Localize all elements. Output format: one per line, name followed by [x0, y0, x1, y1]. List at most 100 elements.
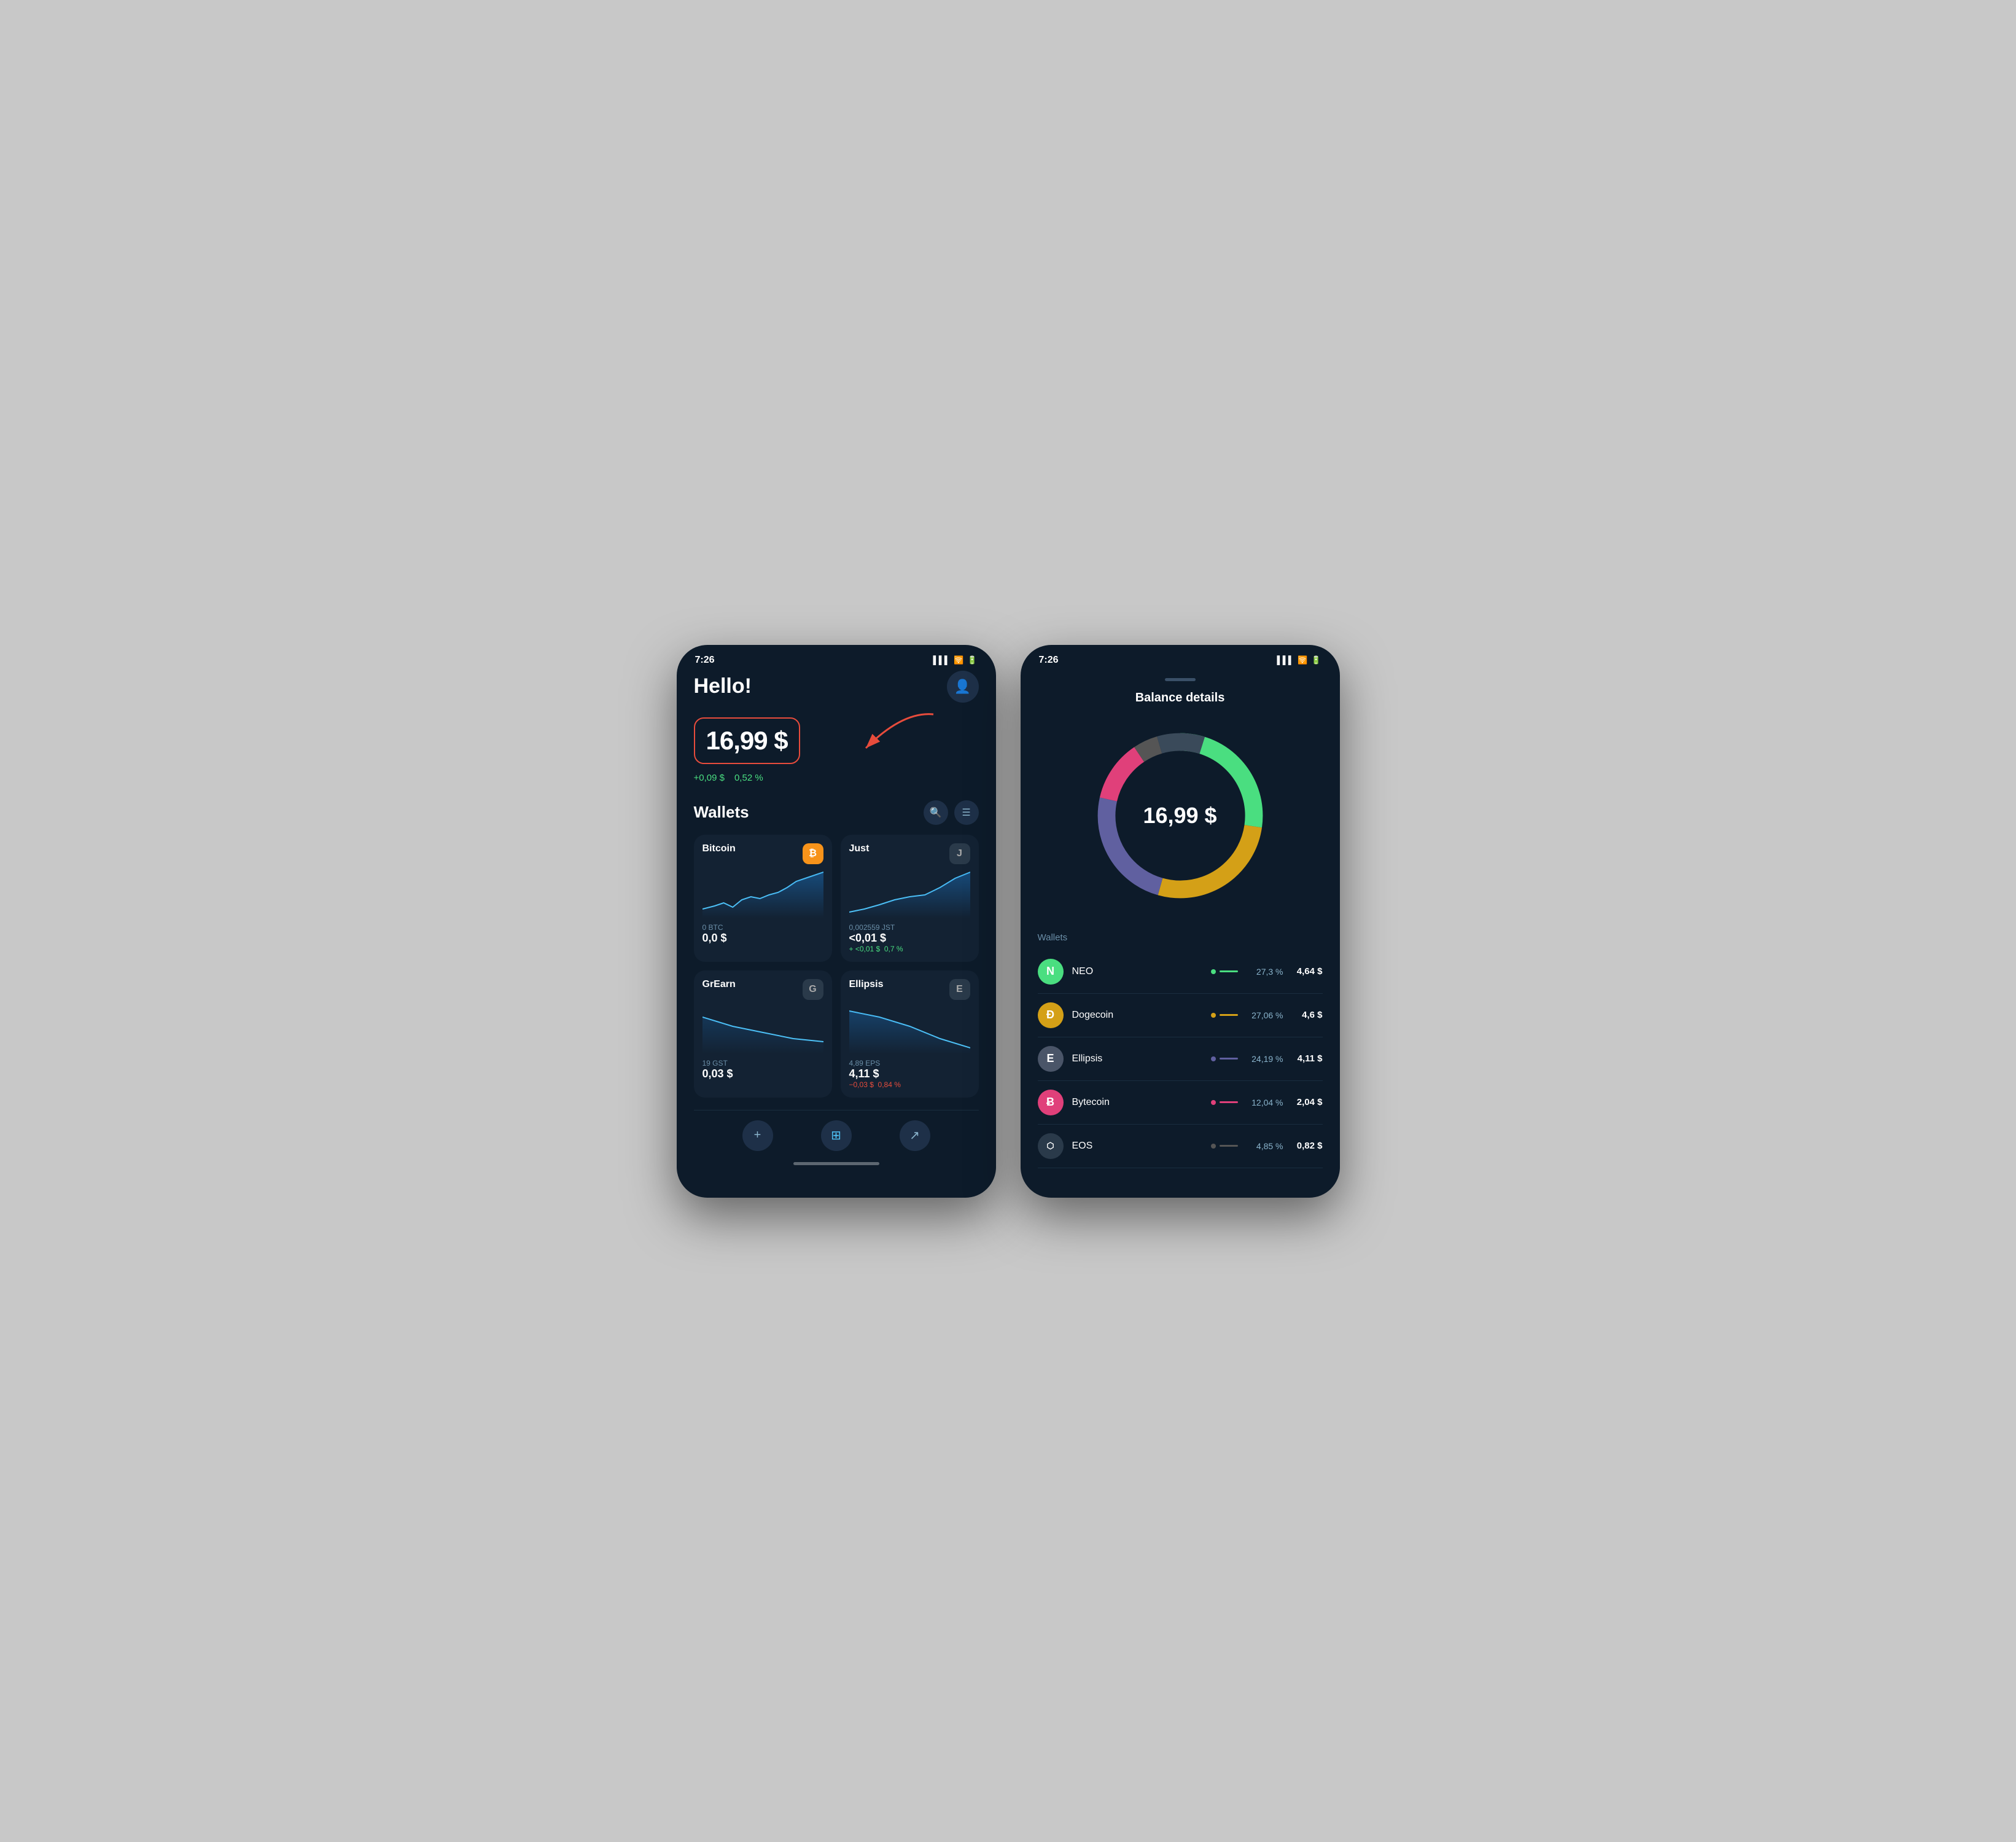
wallet-amount-label-bitcoin: 0 BTC — [702, 923, 823, 932]
status-bar-1: 7:26 ▌▌▌ 🛜 🔋 — [677, 645, 996, 671]
ellipsis-bar — [1211, 1056, 1238, 1061]
wallet-amount-ellipsis: 4,11 $ — [849, 1067, 970, 1080]
wallet-card-grearn[interactable]: GrEarn G 19 GST — [694, 970, 832, 1098]
balance-amount: 16,99 $ — [706, 726, 788, 755]
bytecoin-name: Bytecoin — [1072, 1097, 1202, 1108]
search-button[interactable]: 🔍 — [924, 800, 948, 825]
wallet-icon-ellipsis: E — [949, 979, 970, 1000]
status-icons-2: ▌▌▌ 🛜 🔋 — [1277, 655, 1321, 665]
phone1-frame: 7:26 ▌▌▌ 🛜 🔋 Hello! 👤 16,99 $ — [677, 645, 996, 1198]
battery-icon-2: 🔋 — [1311, 655, 1321, 665]
wallet-card-header-bitcoin: Bitcoin ₿ — [702, 843, 823, 864]
doge-bar-line — [1220, 1014, 1238, 1016]
signal-icon-2: ▌▌▌ — [1277, 655, 1294, 665]
doge-name: Dogecoin — [1072, 1010, 1202, 1021]
eos-bar-dot — [1211, 1144, 1216, 1149]
neo-bar-dot — [1211, 969, 1216, 974]
bytecoin-pct: 12,04 % — [1247, 1098, 1283, 1107]
page-title: Balance details — [1038, 691, 1323, 705]
chart-ellipsis — [849, 1005, 970, 1054]
wallet-icon-just: J — [949, 843, 970, 864]
wallet-name-just: Just — [849, 843, 870, 854]
wallet-card-header-just: Just J — [849, 843, 970, 864]
add-button[interactable]: + — [742, 1120, 773, 1151]
wallet-card-header-grearn: GrEarn G — [702, 979, 823, 1000]
eos-bar-line — [1220, 1145, 1238, 1147]
balance-box: 16,99 $ — [694, 717, 800, 764]
wallet-name-ellipsis: Ellipsis — [849, 979, 884, 990]
ellipsis-bar-dot — [1211, 1056, 1216, 1061]
bytecoin-bar — [1211, 1100, 1238, 1105]
wallets-actions: 🔍 ☰ — [924, 800, 979, 825]
chart-just — [849, 869, 970, 918]
wallet-grid: Bitcoin ₿ 0 BTC — [694, 835, 979, 1098]
search-icon: 🔍 — [930, 806, 942, 819]
wifi-icon: 🛜 — [954, 655, 963, 665]
signal-icon: ▌▌▌ — [933, 655, 950, 665]
phone1-content: Hello! 👤 16,99 $ +0,09 $ 0,52 % — [677, 671, 996, 1181]
doge-value: 4,6 $ — [1292, 1010, 1323, 1020]
wallet-amount-label-just: 0,002559 JST — [849, 923, 970, 932]
menu-icon: ☰ — [962, 806, 970, 819]
phone2-frame: 7:26 ▌▌▌ 🛜 🔋 Balance details — [1021, 645, 1340, 1198]
eos-icon: ⬡ — [1038, 1133, 1064, 1159]
change-amount: +0,09 $ — [694, 773, 725, 783]
arrow-icon: ↗ — [909, 1128, 920, 1143]
wallet-amount-label-grearn: 19 GST — [702, 1059, 823, 1067]
grid-icon: ⊞ — [831, 1128, 841, 1143]
battery-icon: 🔋 — [967, 655, 977, 665]
wallet-name-grearn: GrEarn — [702, 979, 736, 990]
filter-button[interactable]: ☰ — [954, 800, 979, 825]
list-item-bytecoin[interactable]: Ƀ Bytecoin 12,04 % 2,04 $ — [1038, 1081, 1323, 1125]
list-item-ellipsis[interactable]: E Ellipsis 24,19 % 4,11 $ — [1038, 1037, 1323, 1081]
bottom-nav: + ⊞ ↗ — [694, 1110, 979, 1156]
chart-grearn — [702, 1005, 823, 1054]
ellipsis-pct: 24,19 % — [1247, 1054, 1283, 1064]
phone2-content: Balance details 16,99 $ Wa — [1021, 678, 1340, 1181]
status-bar-2: 7:26 ▌▌▌ 🛜 🔋 — [1021, 645, 1340, 671]
neo-name: NEO — [1072, 966, 1202, 977]
list-item-eos[interactable]: ⬡ EOS 4,85 % 0,82 $ — [1038, 1125, 1323, 1168]
neo-bar-line — [1220, 970, 1238, 972]
bytecoin-bar-dot — [1211, 1100, 1216, 1105]
wallets-section-label: Wallets — [1038, 932, 1323, 943]
wallet-card-bitcoin[interactable]: Bitcoin ₿ 0 BTC — [694, 835, 832, 962]
arrow-annotation — [829, 705, 940, 767]
wallet-card-just[interactable]: Just J 0,002559 J — [841, 835, 979, 962]
doge-pct: 27,06 % — [1247, 1010, 1283, 1020]
eos-value: 0,82 $ — [1292, 1141, 1323, 1151]
user-icon: 👤 — [954, 679, 971, 695]
donut-balance: 16,99 $ — [1143, 803, 1216, 829]
status-time-1: 7:26 — [695, 655, 715, 666]
eos-bar — [1211, 1144, 1238, 1149]
donut-chart-container: 16,99 $ — [1082, 717, 1278, 914]
avatar-button[interactable]: 👤 — [947, 671, 979, 703]
wallets-title: Wallets — [694, 803, 749, 822]
external-button[interactable]: ↗ — [900, 1120, 930, 1151]
greeting-row: Hello! 👤 — [694, 671, 979, 703]
wallet-change-ellipsis: −0,03 $ 0,84 % — [849, 1080, 970, 1089]
wallet-icon-grearn: G — [803, 979, 823, 1000]
bytecoin-icon: Ƀ — [1038, 1090, 1064, 1115]
wallet-amount-label-ellipsis: 4,89 EPS — [849, 1059, 970, 1067]
wallet-card-ellipsis[interactable]: Ellipsis E 4,89 E — [841, 970, 979, 1098]
ellipsis-bar-line — [1220, 1058, 1238, 1060]
status-time-2: 7:26 — [1039, 655, 1059, 666]
neo-icon: N — [1038, 959, 1064, 985]
bytecoin-value: 2,04 $ — [1292, 1097, 1323, 1107]
wallet-icon-bitcoin: ₿ — [803, 843, 823, 864]
wallet-amount-just: <0,01 $ — [849, 932, 970, 945]
doge-icon: Đ — [1038, 1002, 1064, 1028]
doge-bar-dot — [1211, 1013, 1216, 1018]
change-pct: 0,52 % — [734, 773, 763, 783]
drag-indicator — [1165, 678, 1196, 681]
bytecoin-bar-line — [1220, 1101, 1238, 1103]
balance-change-row: +0,09 $ 0,52 % — [694, 773, 979, 783]
list-item-neo[interactable]: N NEO 27,3 % 4,64 $ — [1038, 950, 1323, 994]
wallet-change-just: + <0,01 $ 0,7 % — [849, 945, 970, 953]
ellipsis-name: Ellipsis — [1072, 1053, 1202, 1064]
plus-icon: + — [754, 1128, 761, 1142]
list-item-dogecoin[interactable]: Đ Dogecoin 27,06 % 4,6 $ — [1038, 994, 1323, 1037]
donut-center: 16,99 $ — [1143, 803, 1216, 829]
home-button[interactable]: ⊞ — [821, 1120, 852, 1151]
